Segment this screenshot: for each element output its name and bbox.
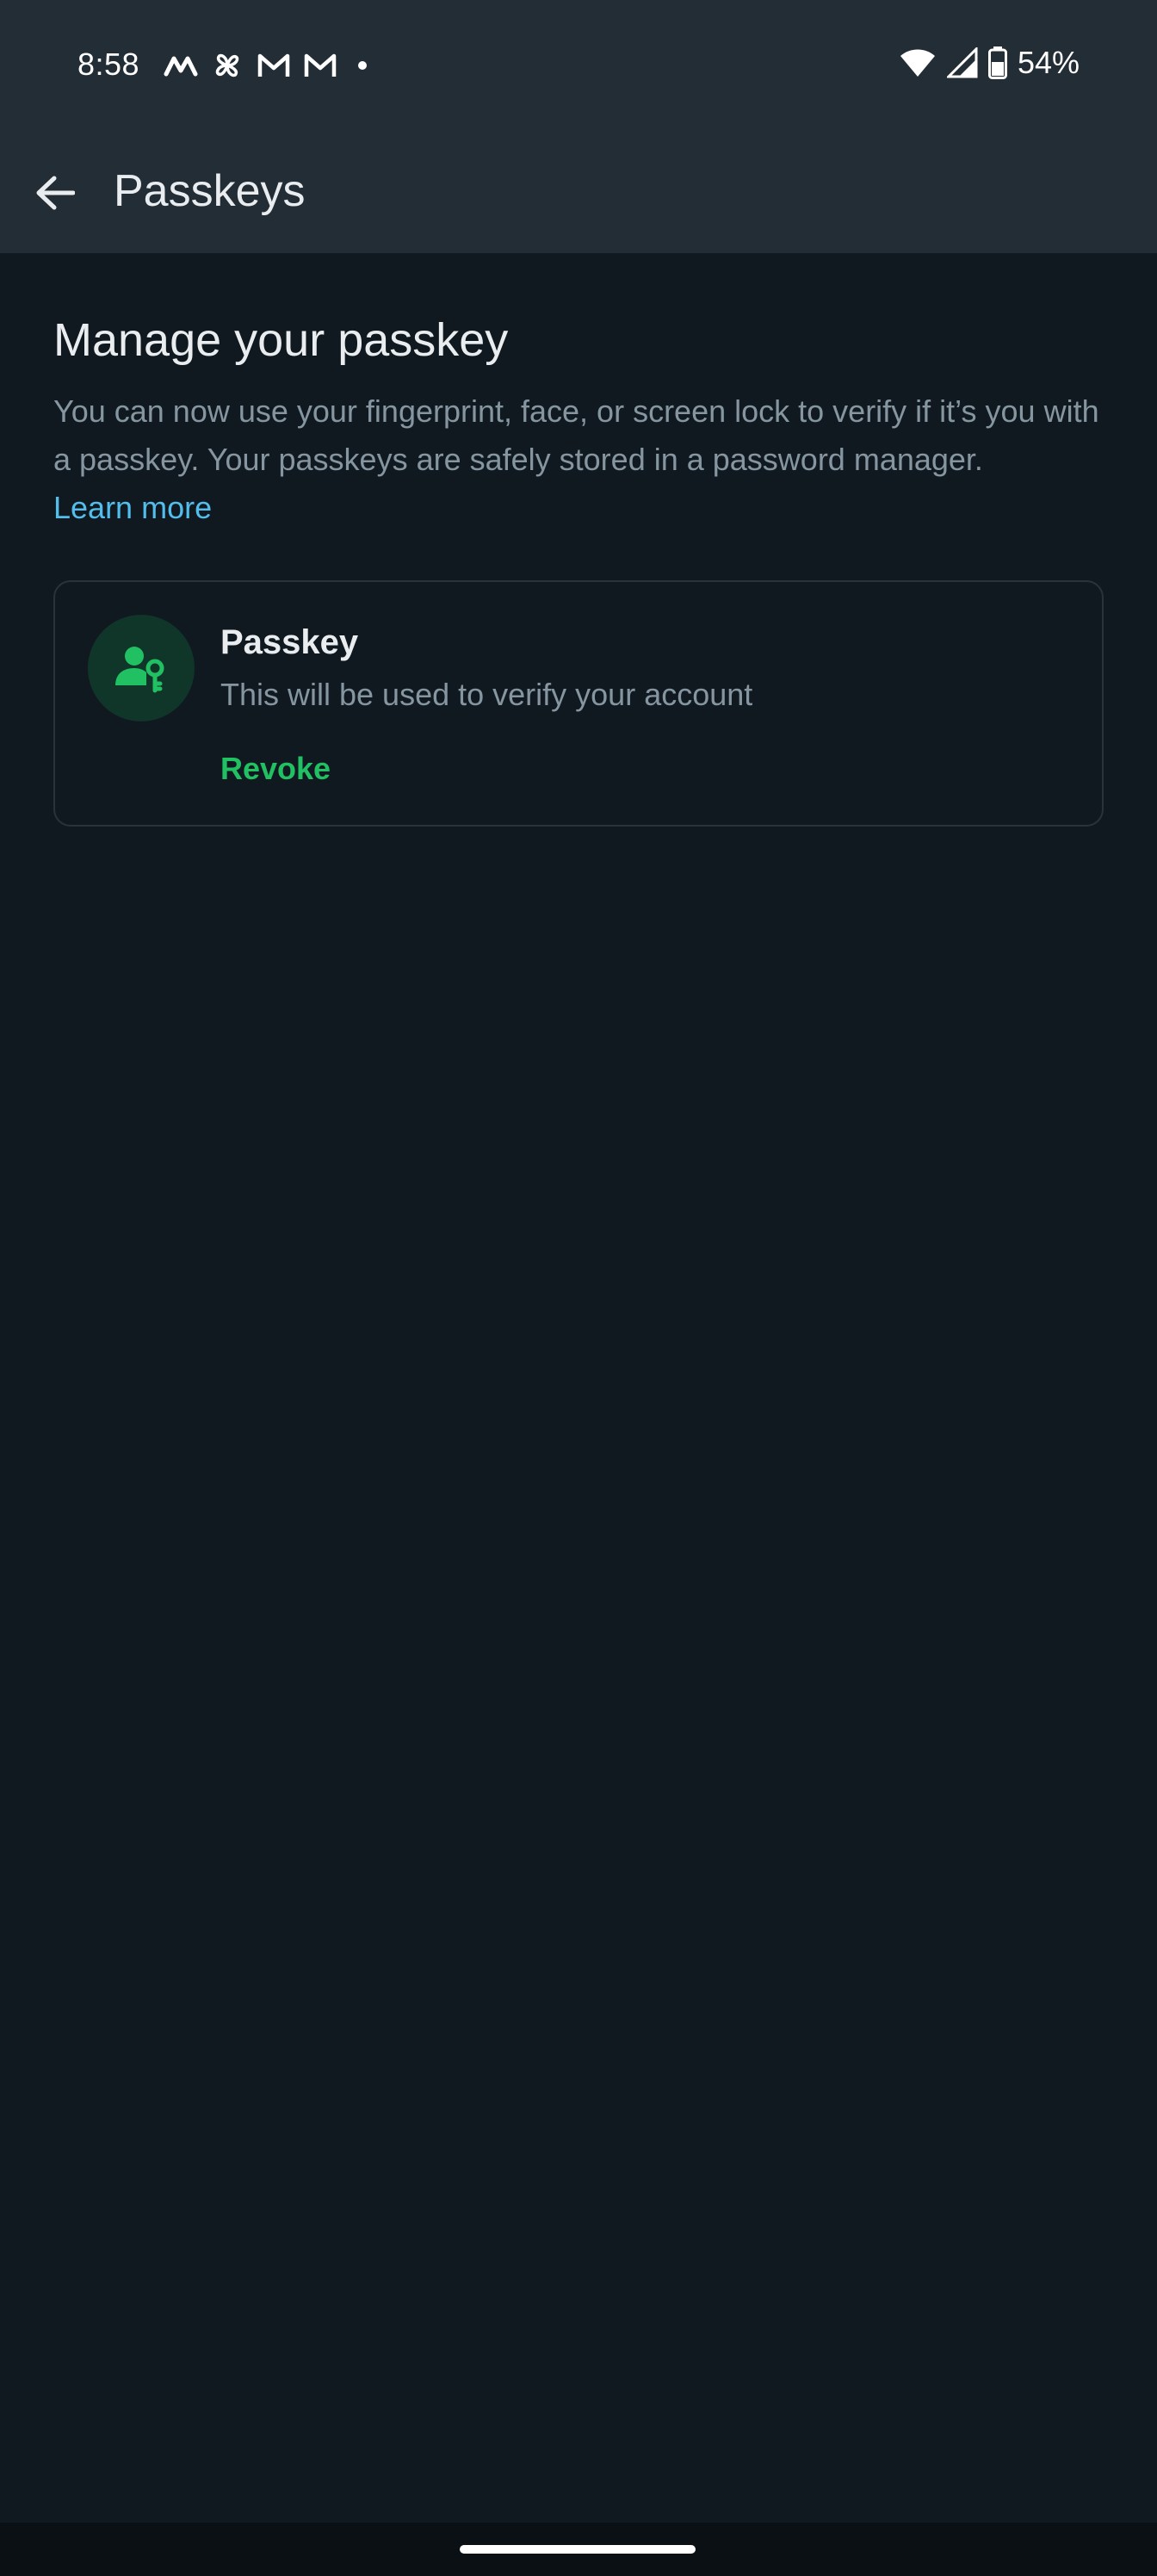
cellular-signal-icon <box>946 47 978 78</box>
battery-percentage: 54% <box>1017 45 1080 80</box>
section-description: You can now use your fingerprint, face, … <box>53 393 1099 477</box>
app-bar: Passkeys <box>0 133 1157 253</box>
passkey-title: Passkey <box>220 623 359 661</box>
pinwheel-icon <box>215 53 239 77</box>
status-right: 54% <box>899 45 1080 81</box>
learn-more-link[interactable]: Learn more <box>53 484 212 532</box>
maps-icon <box>164 56 198 77</box>
gmail-icon <box>304 53 337 77</box>
screen: 8:58 54% Passkeys Manage your passkey Yo… <box>0 0 1157 2576</box>
page-title: Passkeys <box>114 166 306 216</box>
gmail-icon <box>257 53 290 77</box>
section-title: Manage your passkey <box>53 314 509 366</box>
arrow-back-icon <box>36 176 75 210</box>
passkey-description: This will be used to verify your account <box>220 677 753 712</box>
back-button[interactable] <box>24 162 86 224</box>
person-key-icon <box>115 647 164 693</box>
passkey-avatar <box>88 615 195 721</box>
wifi-icon <box>900 49 935 77</box>
revoke-button[interactable]: Revoke <box>220 751 331 787</box>
more-dot-icon <box>358 61 367 70</box>
status-time: 8:58 <box>77 46 140 82</box>
battery-icon <box>987 46 1007 79</box>
notification-icons <box>164 48 375 83</box>
passkey-card: Passkey This will be used to verify your… <box>53 580 1104 827</box>
status-bar: 8:58 54% <box>0 0 1157 133</box>
home-gesture-handle[interactable] <box>460 2545 696 2554</box>
